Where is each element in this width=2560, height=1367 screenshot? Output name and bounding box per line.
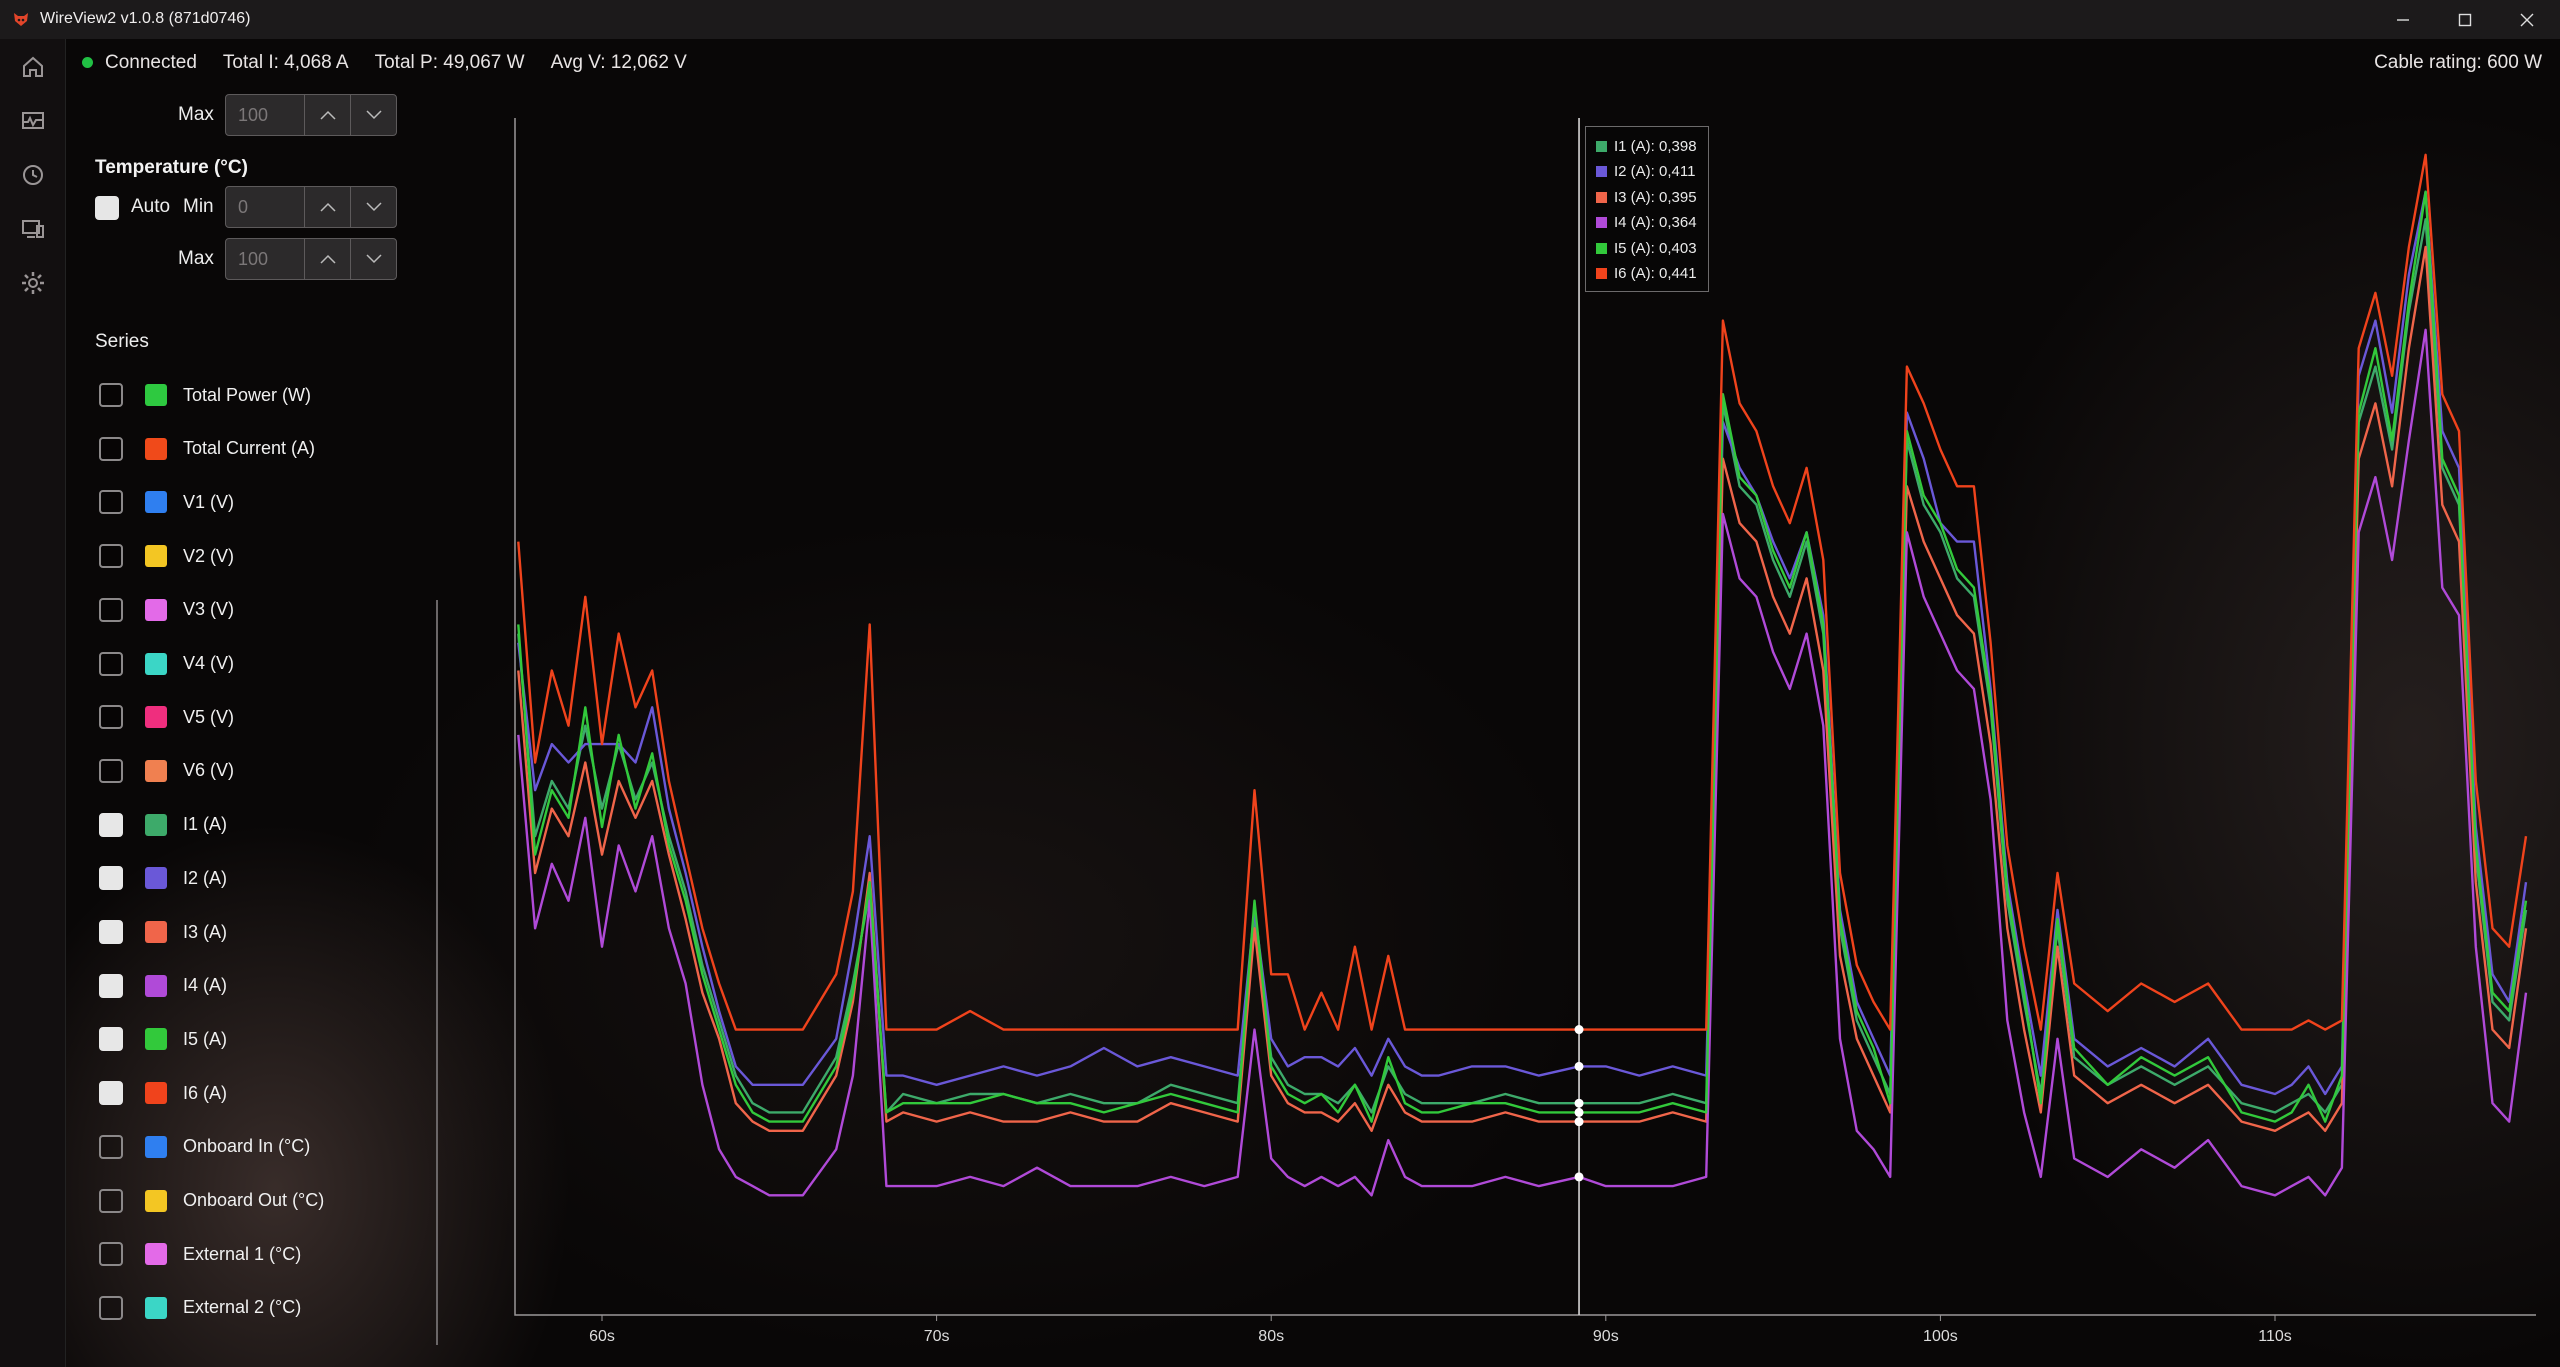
series-line-i1: [517, 218, 2528, 1114]
tooltip-swatch: [1596, 217, 1607, 228]
tooltip-swatch: [1596, 242, 1607, 254]
cursor-point: [1574, 1098, 1584, 1108]
tooltip-row: I3 (A): 0,395: [1596, 186, 1697, 208]
cursor-point: [1574, 1061, 1584, 1071]
x-tick-label: 100s: [1923, 1328, 1958, 1345]
tooltip-swatch: [1596, 268, 1607, 279]
series-line-i5: [517, 190, 2528, 1123]
tooltip-value: I3 (A): 0,395: [1614, 188, 1697, 206]
x-tick-label: 90s: [1592, 1328, 1619, 1345]
tooltip-swatch: [1596, 140, 1607, 152]
series-line-i2: [517, 190, 2528, 1096]
tooltip-value: I5 (A): 0,403: [1614, 239, 1697, 257]
tooltip-swatch: [1596, 191, 1607, 203]
tooltip-row: I6 (A): 0,441: [1596, 263, 1697, 285]
cursor-point: [1574, 1172, 1584, 1182]
x-tick-label: 80s: [1258, 1328, 1285, 1345]
x-tick-label: 60s: [589, 1328, 615, 1345]
series-line-i3: [517, 245, 2528, 1133]
tooltip-swatch: [1596, 166, 1607, 177]
tooltip-row: I2 (A): 0,411: [1596, 161, 1695, 183]
cursor-point: [1574, 1117, 1584, 1127]
cursor-tooltip: I1 (A): 0,398 I2 (A): 0,411 I3 (A): 0,395 I…: [1585, 126, 1709, 292]
x-tick-label: 110s: [2258, 1328, 2292, 1345]
series-line-i4: [517, 328, 2528, 1197]
current-chart[interactable]: [0, 0, 2560, 1367]
cursor-point: [1574, 1025, 1584, 1035]
tooltip-row: I4 (A): 0,364: [1596, 212, 1697, 234]
tooltip-row: I1 (A): 0,398: [1596, 135, 1697, 157]
tooltip-row: I5 (A): 0,403: [1596, 237, 1697, 259]
x-tick-label: 70s: [923, 1328, 950, 1345]
series-line-i6: [517, 153, 2528, 1031]
tooltip-value: I6 (A): 0,441: [1614, 265, 1697, 282]
cursor-point: [1574, 1107, 1584, 1117]
tooltip-value: I1 (A): 0,398: [1614, 137, 1697, 155]
chart-axes: [514, 118, 2536, 1316]
tooltip-value: I4 (A): 0,364: [1614, 214, 1697, 231]
tooltip-value: I2 (A): 0,411: [1614, 163, 1696, 180]
